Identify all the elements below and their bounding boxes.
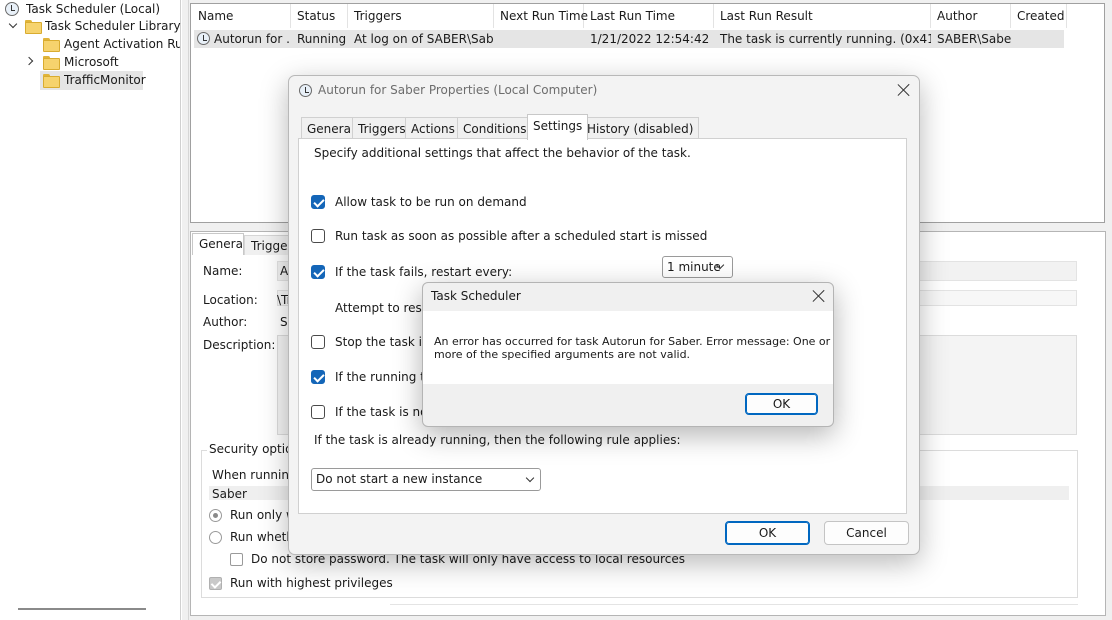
tab-triggers[interactable]: Triggers (352, 117, 412, 139)
horizontal-scrollbar[interactable] (18, 608, 146, 610)
cell-last-run-time[interactable]: 1/21/2022 12:54:42 PM (584, 30, 714, 48)
cell-next-run-time[interactable] (494, 30, 584, 48)
tree-item-label: TrafficMonitor (64, 73, 146, 87)
error-ok-button[interactable]: OK (745, 393, 818, 415)
location-label: Location: (203, 293, 258, 307)
column-header-last-run-time[interactable]: Last Run Time (584, 4, 714, 28)
error-dialog-title: Task Scheduler (431, 289, 521, 303)
error-message-line-2: more of the specified arguments are not … (434, 348, 691, 361)
restart-on-failure-checkbox[interactable] (311, 265, 325, 279)
tab-conditions[interactable]: Conditions (457, 117, 533, 139)
description-label: Description: (203, 338, 276, 352)
folder-icon (25, 20, 42, 34)
column-header-name[interactable]: Name (192, 4, 291, 28)
cancel-button[interactable]: Cancel (824, 521, 909, 545)
cell-author[interactable]: SABER\Saber (931, 30, 1011, 48)
column-header-created[interactable]: Created (1011, 4, 1067, 28)
column-header-author[interactable]: Author (931, 4, 1011, 28)
stop-task-checkbox[interactable] (311, 335, 325, 349)
run-whether-logged-on-radio[interactable] (209, 531, 222, 544)
highest-privileges-checkbox[interactable] (209, 577, 222, 590)
column-header-last-run-result[interactable]: Last Run Result (714, 4, 931, 28)
details-tab-triggers[interactable]: Triggers (244, 235, 290, 255)
tree-item-label: Agent Activation Runtime (64, 37, 180, 51)
tab-actions[interactable]: Actions (405, 117, 461, 139)
cell-last-run-result[interactable]: The task is currently running. (0x41301) (714, 30, 931, 48)
when-running-label: When running (212, 468, 297, 482)
column-header-status[interactable]: Status (291, 4, 348, 28)
author-label: Author: (203, 315, 248, 329)
restart-on-failure-label: If the task fails, restart every: (335, 265, 513, 279)
tree-item-agent-activation-runtime[interactable]: Agent Activation Runtime (64, 35, 180, 53)
do-not-store-password-checkbox[interactable] (230, 553, 243, 566)
close-icon[interactable] (897, 83, 911, 97)
cell-name[interactable]: Autorun for ... (208, 30, 291, 48)
running-rule-value: Do not start a new instance (316, 472, 483, 486)
user-account-value: Saber (212, 487, 247, 501)
column-header-next-run-time[interactable]: Next Run Time (494, 4, 588, 28)
name-label: Name: (203, 264, 243, 278)
allow-run-on-demand-checkbox[interactable] (311, 195, 325, 209)
tree-item-task-scheduler-local[interactable]: Task Scheduler (Local) (26, 0, 160, 18)
pane-splitter[interactable] (182, 0, 189, 620)
details-tab-general[interactable]: General (192, 233, 246, 255)
folder-icon (43, 38, 60, 52)
close-icon[interactable] (812, 289, 826, 303)
run-whether-logged-on-label: Run wheth (230, 530, 294, 544)
delete-task-checkbox[interactable] (311, 405, 325, 419)
running-rule-dropdown[interactable]: Do not start a new instance (311, 468, 541, 491)
column-header-triggers[interactable]: Triggers (348, 4, 494, 28)
chevron-right-icon[interactable] (24, 56, 34, 66)
restart-interval-dropdown[interactable]: 1 minute (662, 256, 733, 278)
cell-status[interactable]: Running (291, 30, 348, 48)
tree-item-label: Task Scheduler (Local) (26, 2, 161, 16)
settings-intro: Specify additional settings that affect … (314, 146, 691, 160)
tab-settings[interactable]: Settings (527, 114, 589, 140)
run-asap-checkbox[interactable] (311, 229, 325, 243)
cell-triggers[interactable]: At log on of SABER\Saber (348, 30, 494, 48)
navigation-tree: Task Scheduler (Local) Task Scheduler Li… (0, 0, 181, 620)
tab-history[interactable]: History (disabled) (581, 117, 700, 139)
ok-button[interactable]: OK (725, 521, 810, 545)
error-message-line-1: An error has occurred for task Autorun f… (434, 335, 831, 348)
details-bottom-rule (390, 604, 1078, 605)
cell-created[interactable] (1011, 30, 1067, 48)
tree-item-label: Task Scheduler Library (45, 19, 181, 33)
folder-icon (43, 56, 60, 70)
run-only-logged-on-radio[interactable] (209, 509, 222, 522)
chevron-down-icon[interactable] (8, 19, 18, 29)
highest-privileges-label: Run with highest privileges (230, 576, 393, 590)
properties-dialog-title: Autorun for Saber Properties (Local Comp… (318, 83, 598, 97)
run-only-logged-on-label: Run only w (230, 508, 296, 522)
task-scheduler-clock-icon (5, 2, 19, 16)
tree-item-task-scheduler-library[interactable]: Task Scheduler Library (45, 17, 181, 35)
folder-icon (43, 74, 60, 88)
tree-item-label: Microsoft (64, 55, 119, 69)
restart-interval-value: 1 minute (667, 260, 721, 274)
allow-run-on-demand-label: Allow task to be run on demand (335, 195, 527, 209)
tree-item-trafficmonitor[interactable]: TrafficMonitor (64, 71, 146, 89)
dialog-clock-icon (299, 84, 312, 97)
run-asap-label: Run task as soon as possible after a sch… (335, 229, 708, 243)
force-stop-checkbox[interactable] (311, 370, 325, 384)
running-rule-label: If the task is already running, then the… (314, 433, 681, 447)
tree-item-microsoft[interactable]: Microsoft (64, 53, 119, 71)
